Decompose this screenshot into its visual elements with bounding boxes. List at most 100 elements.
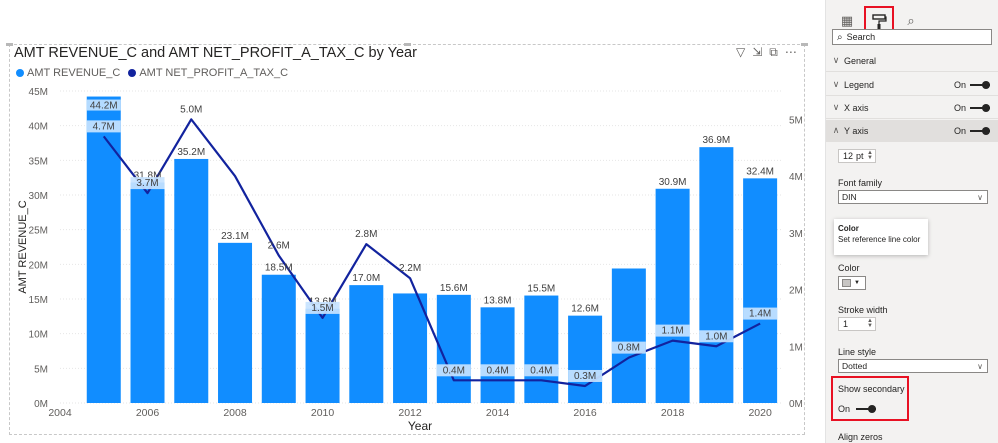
highlight-box <box>831 376 909 421</box>
color-swatch <box>842 279 851 287</box>
net-profit-data-label: 4.7M <box>93 121 115 132</box>
legend-toggle[interactable] <box>970 80 990 89</box>
section-x-axis[interactable]: ∨ X axis On <box>826 97 998 119</box>
x-axis-title: Year <box>408 419 432 433</box>
font-size-stepper[interactable]: 12 pt ▲ ▼ <box>838 149 876 163</box>
revenue-bar <box>393 293 428 403</box>
visualizations-pane: ▦ ⌕ ⌕ ∨ General ∨ Legend On ∨ X axis On … <box>826 0 998 443</box>
revenue-bar <box>130 182 165 403</box>
stroke-width-stepper[interactable]: 1 ▲ ▼ <box>838 317 876 331</box>
revenue-data-label: 15.5M <box>527 284 555 295</box>
y2-tick-label: 3M <box>789 229 803 240</box>
x-tick-label: 2020 <box>748 407 772 419</box>
toggle-switch <box>856 405 877 413</box>
revenue-bar <box>743 178 778 403</box>
x-tick-label: 2010 <box>311 407 335 419</box>
revenue-bar <box>524 295 559 403</box>
net-profit-data-label: 0.3M <box>574 371 596 382</box>
net-profit-data-label: 2.6M <box>268 241 290 252</box>
search-box[interactable]: ⌕ <box>832 29 992 45</box>
y2-tick-label: 5M <box>789 115 803 126</box>
font-family-dropdown[interactable]: DIN ∨ <box>838 190 988 204</box>
revenue-data-label: 23.1M <box>221 231 249 242</box>
font-family-value: DIN <box>842 192 857 202</box>
section-label: Y axis <box>844 125 869 136</box>
toggle-label: On <box>953 79 966 90</box>
net-profit-data-label: 0.8M <box>618 343 640 354</box>
section-label: Legend <box>844 79 875 90</box>
revenue-bar <box>611 268 646 403</box>
revenue-bar <box>86 96 121 404</box>
pane-divider <box>808 0 826 443</box>
stepper-arrows-icon[interactable]: ▲ ▼ <box>867 318 873 329</box>
net-profit-data-label: 5.0M <box>180 104 202 115</box>
section-label: General <box>844 55 877 66</box>
y-tick-label: 0M <box>34 399 48 410</box>
revenue-data-label: 13.8M <box>484 295 512 306</box>
net-profit-data-label: 1.4M <box>749 309 771 320</box>
revenue-data-label: 18.5M <box>265 263 293 274</box>
x-tick-label: 2018 <box>661 407 685 419</box>
revenue-bar <box>261 274 296 403</box>
section-label: X axis <box>844 102 869 113</box>
color-picker[interactable]: ▼ <box>838 276 866 290</box>
chevron-up-icon: ∧ <box>832 125 840 135</box>
y-tick-label: 5M <box>34 364 48 375</box>
net-profit-data-label: 1.0M <box>705 331 727 342</box>
toggle-label: On <box>838 404 851 414</box>
search-icon: ⌕ <box>837 31 843 43</box>
section-y-axis[interactable]: ∧ Y axis On <box>826 120 998 142</box>
font-size-unit: pt <box>856 151 864 161</box>
y-tick-label: 45M <box>29 87 48 98</box>
chevron-down-icon: ∨ <box>832 79 840 89</box>
chevron-down-icon: ∨ <box>832 102 840 112</box>
revenue-bar <box>655 188 690 403</box>
search-input[interactable] <box>846 32 977 42</box>
x-tick-label: 2016 <box>573 407 597 419</box>
y-axis-toggle[interactable] <box>970 126 990 135</box>
section-legend[interactable]: ∨ Legend On <box>826 74 998 96</box>
section-general[interactable]: ∨ General <box>826 50 998 72</box>
net-profit-data-label: 0.4M <box>486 365 508 376</box>
line-style-value: Dotted <box>842 361 868 371</box>
chart-plot: 0M 5M 10M 15M 20M 25M 30M 35M 40M 45M 0M 1M 2M 3M 4M 5M… <box>17 87 803 433</box>
caret-down-icon: ▼ <box>854 280 860 286</box>
chevron-down-icon: ∨ <box>977 192 983 202</box>
net-profit-data-label: 1.5M <box>311 303 333 314</box>
chart-visual[interactable]: AMT REVENUE_C and AMT NET_PROFIT_A_TAX_C… <box>0 0 808 443</box>
revenue-data-label: 44.2M <box>90 101 118 112</box>
y2-tick-label: 0M <box>789 399 803 410</box>
x-tick-label: 2014 <box>486 407 510 419</box>
toggle-label: On <box>953 102 966 113</box>
net-profit-data-label: 1.1M <box>661 326 683 337</box>
show-secondary-toggle[interactable]: On <box>838 404 884 414</box>
y-tick-label: 20M <box>29 260 48 271</box>
line-style-dropdown[interactable]: Dotted ∨ <box>838 359 988 373</box>
align-zeros-label: Align zeros <box>838 432 883 442</box>
x-tick-label: 2006 <box>136 407 160 419</box>
y2-tick-label: 4M <box>789 172 803 183</box>
revenue-data-label: 30.9M <box>659 177 687 188</box>
revenue-bar <box>699 147 734 403</box>
chevron-down-icon: ∨ <box>977 361 983 371</box>
revenue-data-label: 15.6M <box>440 283 468 294</box>
stepper-arrows-icon[interactable]: ▲ ▼ <box>867 150 873 161</box>
revenue-data-label: 32.4M <box>746 166 774 177</box>
y-tick-label: 40M <box>29 122 48 133</box>
y-tick-label: 25M <box>29 226 48 237</box>
revenue-bar <box>305 308 340 403</box>
stroke-width-label: Stroke width <box>838 305 888 315</box>
revenue-bar <box>174 158 209 403</box>
x-tick-label: 2012 <box>398 407 422 419</box>
x-tick-label: 2008 <box>223 407 247 419</box>
x-axis-toggle[interactable] <box>970 103 990 112</box>
net-profit-data-label: 3.7M <box>136 178 158 189</box>
font-size-value: 12 <box>843 151 854 161</box>
revenue-bar <box>480 307 515 403</box>
net-profit-data-label: 0.4M <box>443 365 465 376</box>
revenue-data-label: 17.0M <box>352 273 380 284</box>
toggle-label: On <box>953 125 966 136</box>
revenue-bar <box>349 285 384 403</box>
font-family-label: Font family <box>838 178 883 188</box>
revenue-data-label: 12.6M <box>571 304 599 315</box>
